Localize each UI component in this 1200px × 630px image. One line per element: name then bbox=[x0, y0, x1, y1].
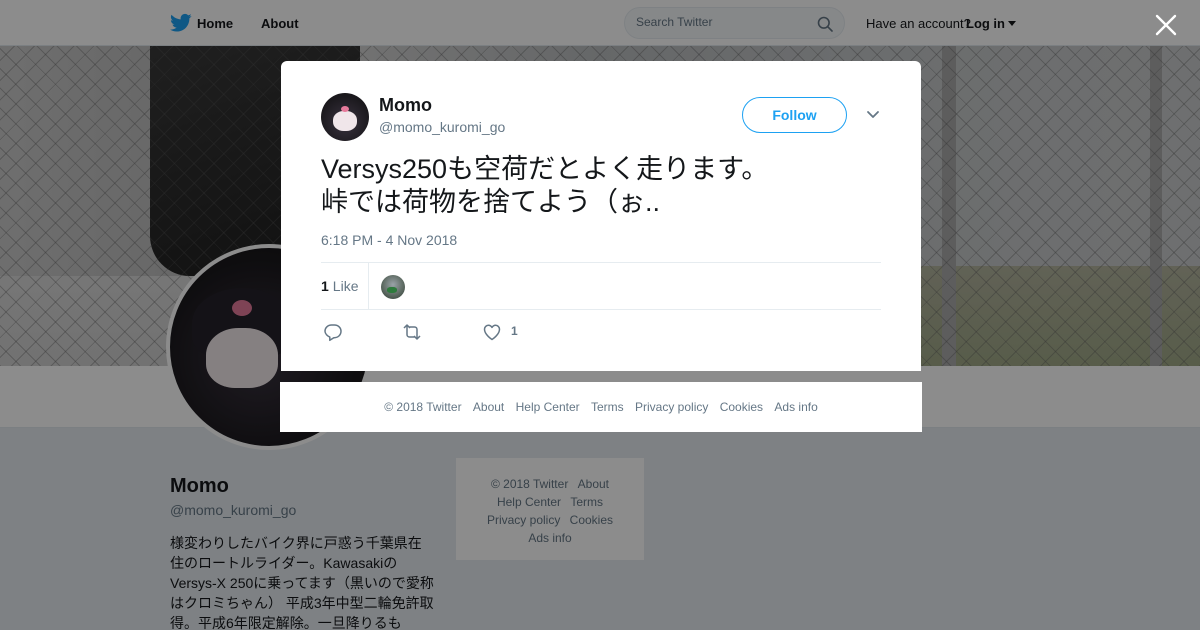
footer-privacy-link[interactable]: Privacy policy bbox=[635, 400, 708, 414]
tweet-actions: 1 bbox=[321, 320, 881, 344]
follow-button[interactable]: Follow bbox=[742, 97, 847, 133]
footer-ads-link[interactable]: Ads info bbox=[774, 400, 817, 414]
heart-icon[interactable] bbox=[482, 322, 502, 342]
avatar-face bbox=[333, 111, 357, 131]
tweet-modal: Momo @momo_kuromi_go Follow Versys250も空荷… bbox=[281, 61, 921, 371]
footer-help-link[interactable]: Help Center bbox=[516, 400, 580, 414]
liker-avatar[interactable] bbox=[381, 275, 405, 299]
like-action-count: 1 bbox=[511, 324, 518, 338]
tweet-timestamp[interactable]: 6:18 PM - 4 Nov 2018 bbox=[321, 232, 457, 248]
tweet-author-name[interactable]: Momo bbox=[379, 95, 432, 116]
likes-label: Like bbox=[332, 278, 359, 294]
chevron-down-icon[interactable] bbox=[866, 110, 880, 120]
footer-cookies-link[interactable]: Cookies bbox=[720, 400, 763, 414]
close-icon[interactable] bbox=[1153, 12, 1179, 38]
retweet-icon[interactable] bbox=[402, 322, 422, 342]
footer-copyright: © 2018 Twitter bbox=[384, 400, 462, 414]
tweet-author-avatar[interactable] bbox=[321, 93, 369, 141]
tweet-stats: 1 Like bbox=[321, 262, 881, 310]
likes-stat[interactable]: 1 Like bbox=[321, 278, 358, 294]
tweet-text: Versys250も空荷だとよく走ります。 峠では荷物を捨てよう（ぉ.. bbox=[321, 154, 769, 217]
avatar-skull bbox=[341, 106, 349, 112]
footer-terms-link[interactable]: Terms bbox=[591, 400, 624, 414]
likes-count: 1 bbox=[321, 278, 329, 294]
stat-divider bbox=[368, 263, 369, 309]
tweet-author-handle[interactable]: @momo_kuromi_go bbox=[379, 119, 505, 135]
footer-about-link[interactable]: About bbox=[473, 400, 504, 414]
modal-footer: © 2018 Twitter About Help Center Terms P… bbox=[280, 382, 922, 432]
reply-icon[interactable] bbox=[323, 322, 343, 342]
